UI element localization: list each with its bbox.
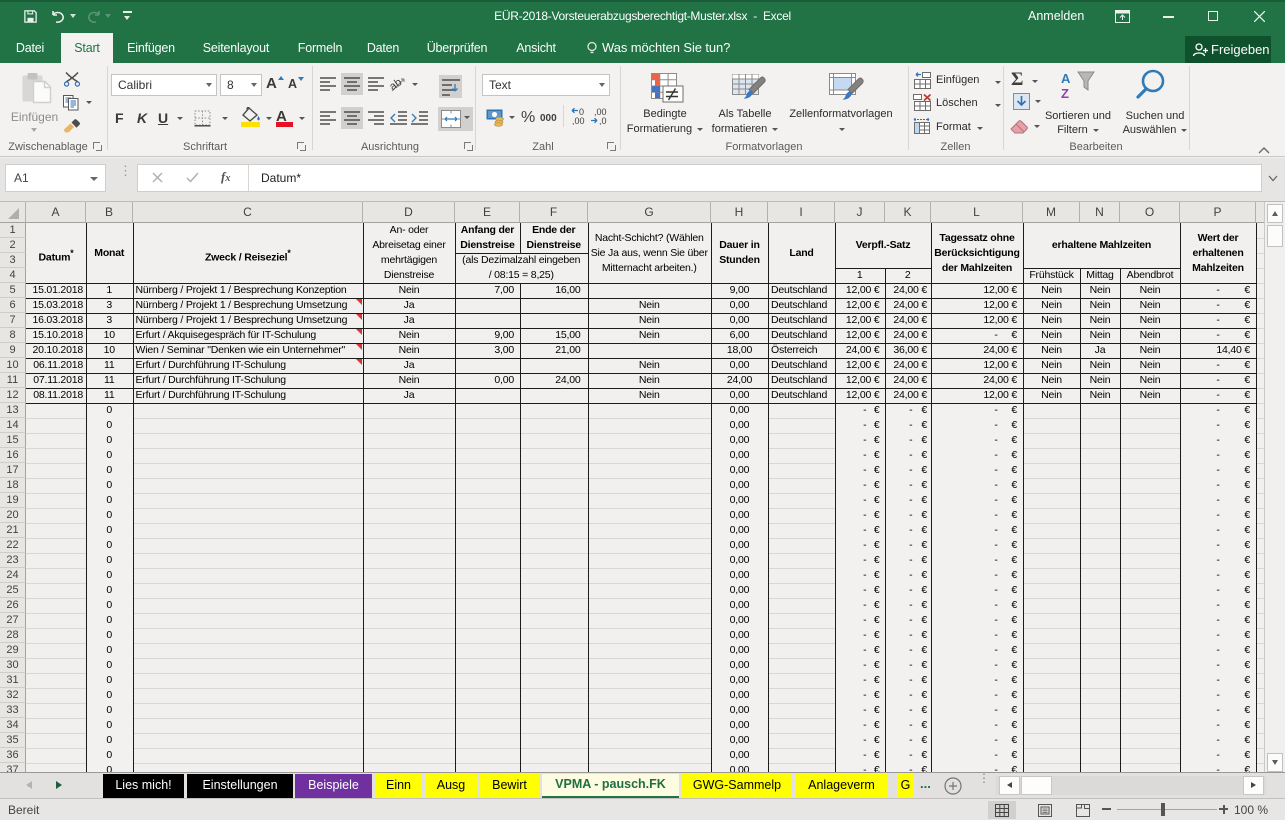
svg-text:,0: ,0 <box>599 116 607 125</box>
svg-text:A: A <box>1061 71 1071 86</box>
svg-text:,00: ,00 <box>572 116 585 125</box>
svg-text:Z: Z <box>1061 86 1069 101</box>
